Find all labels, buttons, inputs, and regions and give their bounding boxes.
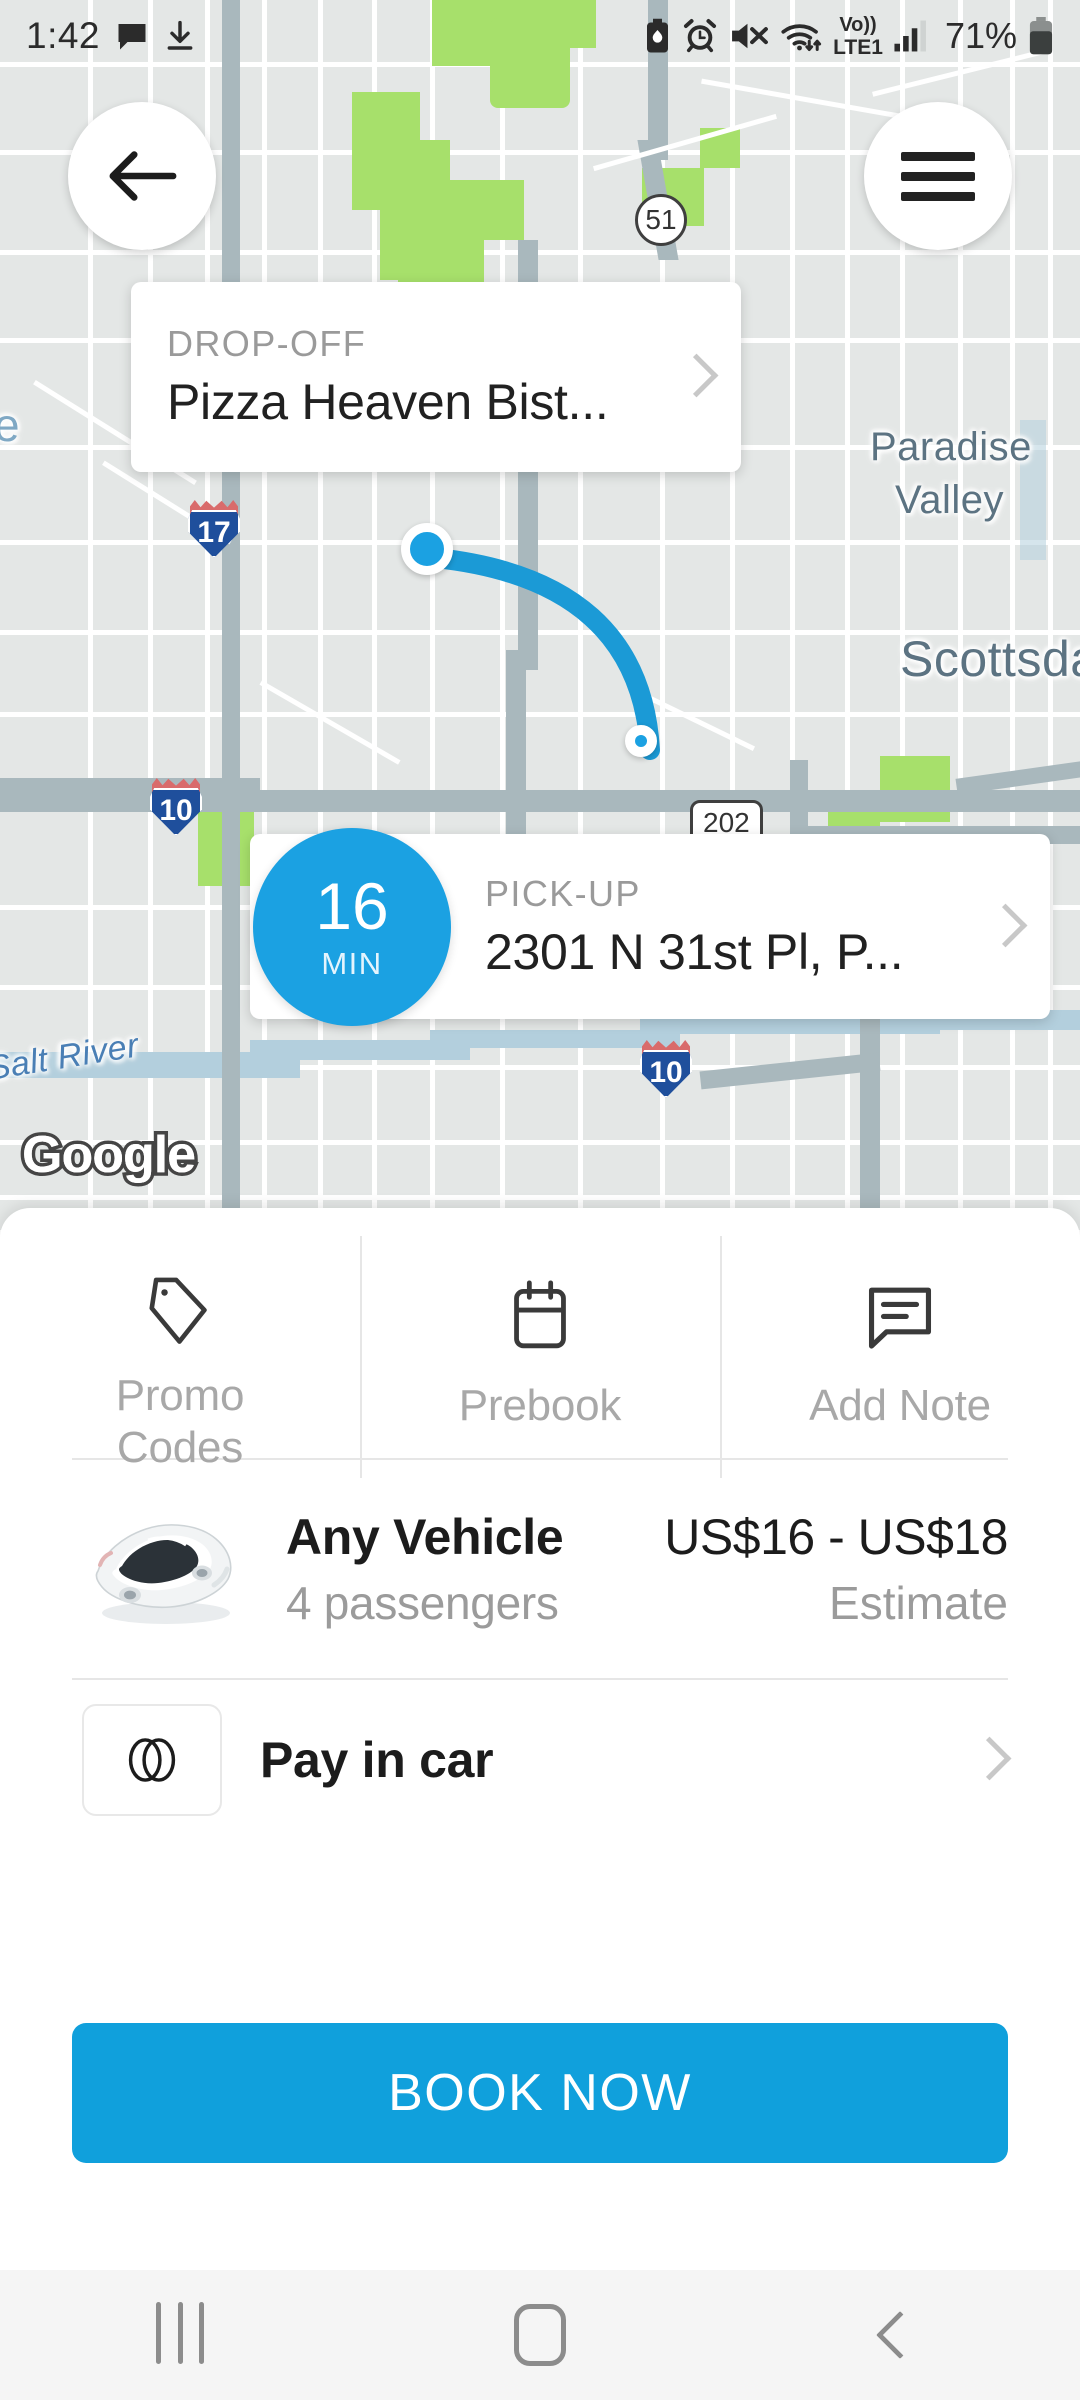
chevron-right-icon — [679, 352, 707, 402]
download-icon — [167, 20, 193, 50]
pickup-text: PICK-UP 2301 N 31st Pl, P... — [485, 873, 974, 981]
pickup-marker[interactable] — [625, 725, 657, 757]
alarm-icon — [684, 19, 717, 53]
action-add-note[interactable]: Add Note — [720, 1236, 1080, 1478]
prebook-label-line1: Prebook — [458, 1381, 622, 1430]
system-nav-bar — [0, 2270, 1080, 2400]
nav-recents-button[interactable] — [0, 2301, 360, 2369]
chevron-right-icon — [988, 902, 1016, 952]
status-bar-right: Vo)) LTE1 71% — [644, 15, 1054, 58]
coins-icon — [128, 1738, 176, 1782]
mute-icon — [732, 23, 769, 49]
google-watermark-fill: Google — [22, 1126, 196, 1184]
wifi-icon — [781, 24, 822, 51]
calendar-icon — [508, 1274, 572, 1360]
promo-label-line1: Promo — [115, 1371, 245, 1420]
battery-percent: 71% — [944, 15, 1017, 56]
promo-label-line2: Codes — [116, 1422, 244, 1472]
vehicle-name: Any Vehicle — [286, 1509, 564, 1565]
payment-icon-box — [82, 1704, 222, 1816]
battery-saver-icon — [647, 18, 669, 53]
quick-actions-row: Promo Codes Prebook Add Note — [0, 1208, 1080, 1478]
volte-icon: Vo)) LTE1 — [833, 15, 883, 58]
chevron-right-icon — [972, 1735, 1000, 1785]
vehicle-row[interactable]: Any Vehicle 4 passengers US$16 - US$18 E… — [0, 1460, 1080, 1678]
dropoff-text: DROP-OFF Pizza Heaven Bist... — [167, 323, 665, 431]
volte-bottom: LTE1 — [833, 35, 883, 59]
vehicle-capacity: 4 passengers — [286, 1577, 559, 1629]
note-bubble-icon — [863, 1274, 937, 1360]
price-range: US$16 - US$18 — [664, 1509, 1008, 1565]
eta-badge: 16 MIN — [253, 828, 451, 1026]
hamburger-bar — [901, 171, 975, 181]
sedan-car-icon — [95, 1524, 232, 1624]
payment-row[interactable]: Pay in car — [0, 1680, 1080, 1840]
recents-bar — [156, 2301, 162, 2364]
battery-icon — [1029, 17, 1053, 55]
dropoff-address: Pizza Heaven Bist... — [167, 374, 609, 430]
hamburger-bar — [901, 151, 975, 161]
addnote-label-line1: Add Note — [809, 1381, 991, 1430]
back-arrow-icon — [109, 151, 177, 201]
action-promo-codes[interactable]: Promo Codes — [0, 1270, 360, 1472]
recents-bar — [198, 2301, 204, 2364]
payment-label: Pay in car — [260, 1732, 494, 1788]
eta-value: 16 — [315, 868, 389, 943]
action-prebook[interactable]: Prebook — [360, 1236, 720, 1478]
volte-top: Vo)) — [839, 13, 877, 36]
menu-button[interactable] — [864, 102, 1012, 250]
pickup-address: 2301 N 31st Pl, P... — [485, 923, 904, 980]
signal-icon — [894, 20, 926, 52]
nav-home-button[interactable] — [360, 2304, 720, 2366]
dropoff-label: DROP-OFF — [167, 323, 367, 364]
vehicle-info: Any Vehicle 4 passengers — [286, 1508, 564, 1630]
book-now-button[interactable]: BOOK NOW — [72, 2023, 1008, 2163]
clock-time: 1:42 — [26, 15, 101, 56]
action-prebook-label: Prebook — [458, 1380, 622, 1432]
pickup-label: PICK-UP — [485, 872, 641, 914]
status-bar-left: 1:42 — [26, 15, 196, 57]
action-promo-codes-label: Promo Codes — [116, 1370, 245, 1474]
message-icon — [118, 24, 146, 50]
dropoff-card[interactable]: DROP-OFF Pizza Heaven Bist... — [131, 282, 741, 472]
hamburger-menu-icon — [901, 141, 975, 212]
hamburger-bar — [901, 191, 975, 201]
dropoff-marker[interactable] — [401, 523, 453, 575]
back-icon — [875, 2310, 925, 2360]
home-icon — [514, 2304, 566, 2366]
recents-bar — [177, 2301, 183, 2364]
tag-icon — [144, 1274, 216, 1350]
price-estimate-label: Estimate — [829, 1577, 1008, 1629]
back-button[interactable] — [68, 102, 216, 250]
recents-icon — [150, 2301, 210, 2369]
status-bar: 1:42 Vo)) LTE1 71% — [0, 0, 1080, 72]
nav-back-button[interactable] — [720, 2310, 1080, 2360]
price-info: US$16 - US$18 Estimate — [664, 1508, 1008, 1630]
eta-unit: MIN — [321, 945, 383, 981]
action-add-note-label: Add Note — [809, 1380, 991, 1432]
